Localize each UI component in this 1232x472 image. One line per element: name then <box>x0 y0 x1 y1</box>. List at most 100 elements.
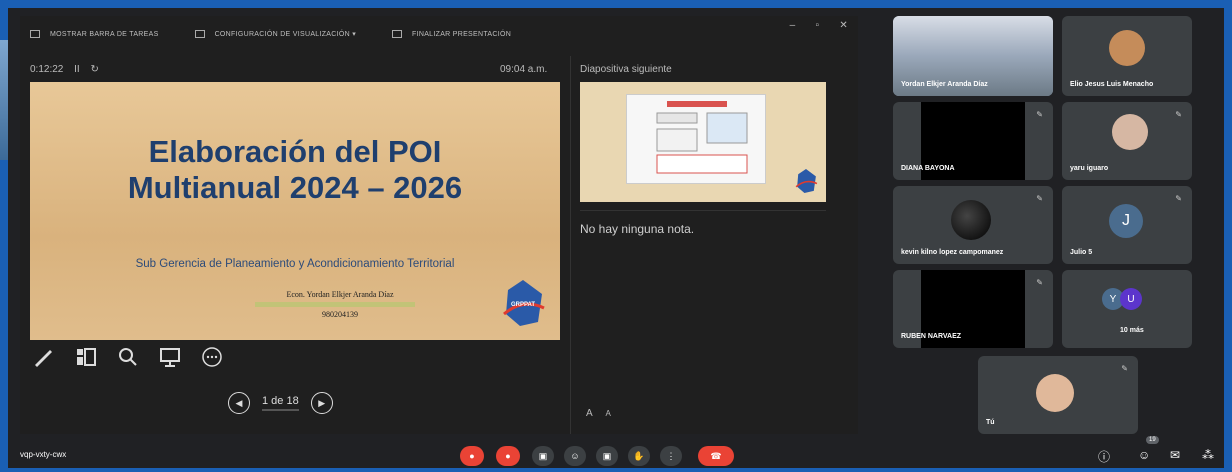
meeting-controls-bar: vqp-vxty-cwx ● ● ▣ ☺ ▣ ✋ ⋮ ☎ ⓘ ☺ 19 ✉ ⁂ <box>8 436 1224 468</box>
display-settings-button[interactable]: CONFIGURACIÓN DE VISUALIZACIÓN ▾ <box>194 30 356 38</box>
zoom-icon[interactable] <box>116 346 140 368</box>
restore-icon[interactable]: ▫ <box>815 20 819 31</box>
pen-icon[interactable] <box>32 346 56 368</box>
screen-frame: MOSTRAR BARRA DE TAREAS CONFIGURACIÓN DE… <box>0 0 1232 472</box>
activities-icon[interactable]: ⁂ <box>1202 448 1214 462</box>
slide-author: Econ. Yordan Elkjer Aranda Díaz <box>286 290 394 299</box>
participant-tile[interactable]: ✎ RUBEN NARVAEZ <box>893 270 1053 348</box>
font-decrease-button[interactable]: A <box>605 409 610 418</box>
slide-title: Elaboración del POI Multianual 2024 – 20… <box>30 134 560 206</box>
present-icon: ▣ <box>602 450 612 461</box>
slide-title-line1: Elaboración del POI <box>148 134 442 169</box>
mic-muted-icon: ✎ <box>1175 194 1182 203</box>
camera-off-icon: ● <box>505 451 511 461</box>
participant-name: yaru iguaro <box>1070 165 1109 172</box>
next-slide-diagram <box>626 94 766 184</box>
font-size-controls: A A <box>586 408 611 419</box>
avatar-initial: J <box>1122 212 1130 229</box>
emoji-button[interactable]: ☺ <box>564 446 586 466</box>
participant-tile[interactable]: ✎ DIANA BAYONA <box>893 102 1053 180</box>
info-icon[interactable]: ⓘ <box>1098 448 1110 465</box>
speaker-notes: No hay ninguna nota. <box>580 222 695 236</box>
logo-text: GRPPAT <box>511 302 535 308</box>
font-increase-button[interactable]: A <box>586 408 593 419</box>
mic-muted-icon: ✎ <box>1175 110 1182 119</box>
previous-slide-button[interactable]: ◀ <box>228 392 250 414</box>
monitor-icon <box>194 30 205 38</box>
mic-off-icon: ● <box>469 451 475 461</box>
screen-icon[interactable] <box>158 346 182 368</box>
slide-title-line2: Multianual 2024 – 2026 <box>127 170 463 205</box>
taskbar-icon <box>30 30 40 38</box>
mic-muted-icon: ✎ <box>1036 194 1043 203</box>
close-icon[interactable]: ✕ <box>839 20 848 31</box>
mic-muted-icon: ✎ <box>1121 364 1128 373</box>
presenter-toolbar: MOSTRAR BARRA DE TAREAS CONFIGURACIÓN DE… <box>20 16 858 52</box>
participant-name: Julio 5 <box>1070 249 1093 256</box>
captions-button[interactable]: ▣ <box>532 446 554 466</box>
next-slide-logo <box>795 169 818 193</box>
avatar <box>951 200 991 240</box>
mic-muted-icon: ✎ <box>1036 110 1043 119</box>
captions-icon: ▣ <box>538 450 548 461</box>
window-controls: – ▫ ✕ <box>790 20 848 31</box>
mic-toggle-button[interactable]: ● <box>460 446 484 466</box>
avatar <box>1036 374 1074 412</box>
leave-call-button[interactable]: ☎ <box>698 446 734 466</box>
prev-icon: ◀ <box>235 397 243 408</box>
diagram-sketch <box>656 101 748 174</box>
page-indicator: 1 de 18 <box>262 395 299 411</box>
next-slide-thumbnail <box>580 82 826 202</box>
meeting-code: vqp-vxty-cwx <box>20 450 67 459</box>
participant-name: RUBEN NARVAEZ <box>901 333 962 340</box>
slide-subtitle: Sub Gerencia de Planeamiento y Acondicio… <box>135 258 455 270</box>
hand-icon: ✋ <box>633 450 645 461</box>
chat-icon[interactable]: ✉ <box>1170 448 1180 462</box>
participant-tile[interactable]: ✎ yaru iguaro <box>1062 102 1192 180</box>
end-show-button[interactable]: FINALIZAR PRESENTACIÓN <box>392 30 511 38</box>
people-count-badge: 19 <box>1146 436 1159 444</box>
end-show-icon <box>392 30 403 38</box>
participant-tile[interactable]: Yordan Elkjer Aranda Díaz <box>893 16 1053 96</box>
show-taskbar-button[interactable]: MOSTRAR BARRA DE TAREAS <box>30 30 159 38</box>
present-button[interactable]: ▣ <box>596 446 618 466</box>
raise-hand-button[interactable]: ✋ <box>628 446 650 466</box>
minimize-icon[interactable]: – <box>790 20 796 31</box>
people-icon[interactable]: ☺ <box>1138 448 1150 462</box>
slide-tools <box>32 346 224 368</box>
mic-muted-icon: ✎ <box>1036 278 1043 287</box>
avatar: U <box>1120 288 1142 310</box>
more-button[interactable]: ⋮ <box>660 446 682 466</box>
elapsed-time: 0:12:22 <box>30 64 64 75</box>
next-slide-button[interactable]: ▶ <box>310 392 333 414</box>
avatar <box>1112 114 1148 150</box>
presenter-view: MOSTRAR BARRA DE TAREAS CONFIGURACIÓN DE… <box>20 16 858 434</box>
participant-name: kevin kilno lopez campomanez <box>901 249 1004 256</box>
org-logo: GRPPAT <box>503 280 545 326</box>
camera-toggle-button[interactable]: ● <box>496 446 520 466</box>
reset-icon[interactable]: ↻ <box>91 64 99 75</box>
participant-name: Elio Jesus Luis Menacho <box>1070 81 1154 88</box>
clock: 09:04 a.m. <box>500 64 548 75</box>
slide-email <box>255 302 415 307</box>
participant-tile[interactable]: J ✎ Julio 5 <box>1062 186 1192 264</box>
more-vert-icon: ⋮ <box>666 450 676 461</box>
more-options-icon[interactable] <box>200 346 224 368</box>
avatar: J <box>1109 204 1143 238</box>
participant-tile[interactable]: ✎ kevin kilno lopez campomanez <box>893 186 1053 264</box>
next-slide-label: Diapositiva siguiente <box>580 64 672 75</box>
pause-icon[interactable]: II <box>74 64 80 75</box>
emoji-icon: ☺ <box>570 451 580 461</box>
all-slides-icon[interactable] <box>74 346 98 368</box>
hangup-icon: ☎ <box>710 450 722 461</box>
timer: 0:12:22 II ↻ <box>30 64 107 75</box>
notes-separator <box>580 210 826 211</box>
more-count: 10 más <box>1120 327 1144 334</box>
participant-tile[interactable]: Elio Jesus Luis Menacho <box>1062 16 1192 96</box>
self-tile[interactable]: ✎ Tú <box>978 356 1138 434</box>
next-icon: ▶ <box>318 397 326 408</box>
current-slide: Elaboración del POI Multianual 2024 – 20… <box>30 82 560 340</box>
more-participants-tile[interactable]: Y U 10 más <box>1062 270 1192 348</box>
avatar <box>1109 30 1145 66</box>
pane-divider[interactable] <box>570 56 571 434</box>
